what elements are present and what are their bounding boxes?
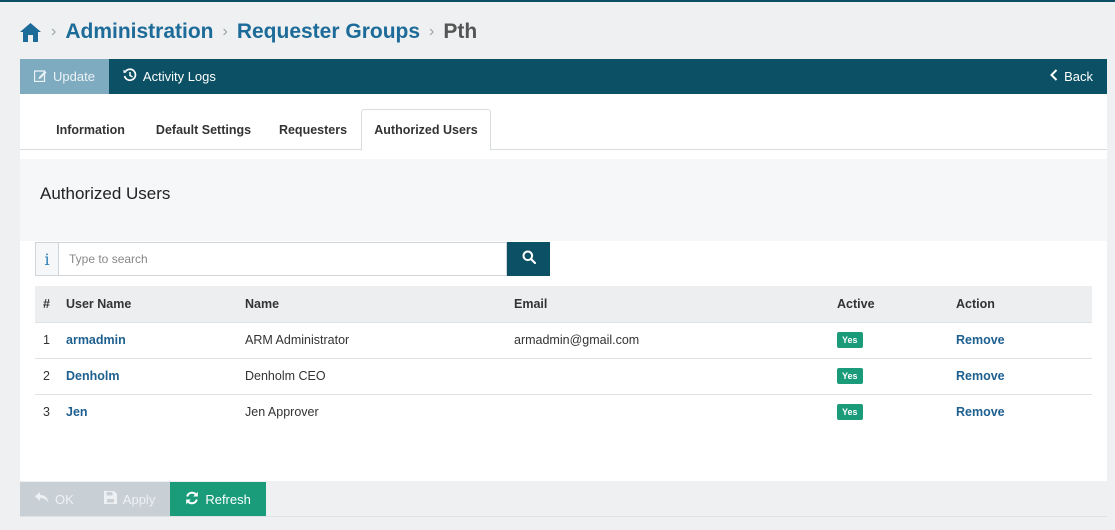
- column-header-number[interactable]: #: [35, 286, 58, 322]
- tab-default-settings[interactable]: Default Settings: [146, 109, 261, 150]
- breadcrumb: › Administration › Requester Groups › Pt…: [20, 18, 477, 46]
- tab-bar: Information Default Settings Requesters …: [20, 109, 1107, 151]
- update-button[interactable]: Update: [20, 59, 109, 94]
- column-header-action: Action: [956, 296, 995, 311]
- ok-button[interactable]: OK: [20, 482, 89, 516]
- name-cell: Denholm CEO: [245, 369, 326, 383]
- section-title: Authorized Users: [40, 184, 171, 203]
- active-badge: Yes: [837, 404, 863, 421]
- tab-requesters[interactable]: Requesters: [268, 109, 358, 150]
- reply-icon: [35, 491, 49, 507]
- save-icon: [103, 491, 117, 507]
- table-row: 1 armadmin ARM Administrator armadmin@gm…: [35, 322, 1092, 358]
- column-header-active[interactable]: Active: [829, 286, 948, 322]
- remove-link[interactable]: Remove: [956, 333, 1005, 347]
- breadcrumb-separator-icon: ›: [51, 23, 57, 40]
- breadcrumb-administration[interactable]: Administration: [65, 20, 213, 44]
- table-row: 3 Jen Jen Approver Yes Remove: [35, 394, 1092, 430]
- active-badge: Yes: [837, 368, 863, 384]
- table-row: 2 Denholm Denholm CEO Yes Remove: [35, 358, 1092, 394]
- column-header-email[interactable]: Email: [506, 286, 829, 322]
- section-header: [20, 159, 1107, 241]
- apply-label: Apply: [122, 491, 156, 507]
- name-cell: ARM Administrator: [245, 333, 350, 347]
- email-cell: [506, 394, 829, 430]
- breadcrumb-separator-icon: ›: [222, 23, 228, 40]
- breadcrumb-requester-groups[interactable]: Requester Groups: [237, 20, 420, 44]
- search-input[interactable]: [58, 242, 507, 276]
- apply-button[interactable]: Apply: [88, 482, 171, 516]
- form-actions: OK Apply Refresh: [20, 482, 266, 516]
- chevron-left-icon: [1050, 69, 1058, 84]
- column-header-username[interactable]: User Name: [58, 286, 237, 322]
- name-cell: Jen Approver: [245, 405, 319, 420]
- email-cell: armadmin@gmail.com: [514, 333, 640, 347]
- table-header-row: # User Name Name Email Active Action: [35, 286, 1092, 322]
- remove-link[interactable]: Remove: [956, 405, 1005, 419]
- remove-link[interactable]: Remove: [956, 369, 1005, 383]
- search-icon: [522, 250, 536, 269]
- row-number: 3: [43, 405, 50, 420]
- refresh-icon: [185, 491, 199, 508]
- edit-icon: [33, 69, 47, 85]
- update-label: Update: [53, 69, 95, 84]
- tab-information[interactable]: Information: [42, 109, 139, 150]
- username-link[interactable]: Jen: [66, 405, 88, 419]
- column-header-name[interactable]: Name: [237, 286, 506, 322]
- ok-label: OK: [55, 491, 74, 507]
- search-button[interactable]: [507, 242, 550, 276]
- activity-logs-label: Activity Logs: [142, 69, 216, 84]
- back-label: Back: [1064, 69, 1093, 84]
- toolbar: Update Activity Logs Back: [20, 59, 1107, 94]
- divider: [20, 516, 1107, 517]
- breadcrumb-current: Pth: [443, 20, 478, 43]
- history-icon: [123, 68, 137, 85]
- home-icon[interactable]: [20, 21, 42, 43]
- breadcrumb-separator-icon: ›: [429, 23, 435, 40]
- refresh-label: Refresh: [205, 491, 251, 507]
- email-cell: [506, 358, 829, 394]
- username-link[interactable]: armadmin: [66, 333, 126, 347]
- refresh-button[interactable]: Refresh: [170, 482, 266, 516]
- active-badge: Yes: [837, 332, 863, 348]
- back-button[interactable]: Back: [1036, 59, 1107, 94]
- activity-logs-button[interactable]: Activity Logs: [109, 59, 230, 94]
- main-panel: Information Default Settings Requesters …: [20, 94, 1107, 481]
- username-link[interactable]: Denholm: [66, 369, 119, 383]
- users-table: # User Name Name Email Active Action 1 a…: [35, 286, 1092, 430]
- row-number: 2: [43, 369, 50, 383]
- tab-authorized-users[interactable]: Authorized Users: [361, 109, 491, 151]
- info-icon[interactable]: i: [35, 242, 58, 276]
- row-number: 1: [43, 333, 50, 347]
- search-bar: i: [35, 242, 550, 276]
